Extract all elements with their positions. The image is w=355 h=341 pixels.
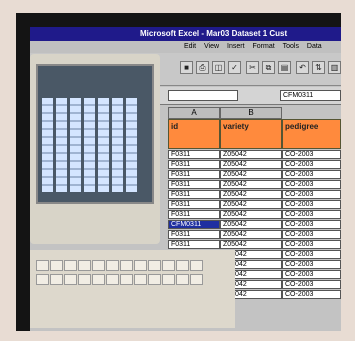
- mini-column: [84, 98, 95, 192]
- keyboard-key: [134, 274, 147, 285]
- menu-edit[interactable]: Edit: [184, 43, 196, 50]
- keyboard-key: [190, 274, 203, 285]
- crt-monitor: [30, 54, 160, 244]
- cell-variety[interactable]: Z05042: [220, 230, 282, 239]
- cell-id[interactable]: F0311: [168, 150, 220, 159]
- header-pedigree[interactable]: pedigree: [282, 119, 341, 149]
- cell-variety[interactable]: Z05042: [220, 240, 282, 249]
- mini-column: [112, 98, 123, 192]
- keyboard: [30, 250, 235, 328]
- spell-icon[interactable]: ✓: [228, 61, 241, 74]
- cell-pedigree[interactable]: CO-2003: [282, 150, 341, 159]
- keyboard-key: [148, 274, 161, 285]
- cell-variety[interactable]: Z05042: [220, 170, 282, 179]
- cell-pedigree[interactable]: CO-2003: [282, 230, 341, 239]
- cell-id[interactable]: F0311: [168, 210, 220, 219]
- keyboard-key: [190, 260, 203, 271]
- cell-pedigree[interactable]: CO-2003: [282, 280, 341, 289]
- mini-column: [42, 98, 53, 192]
- cell-pedigree[interactable]: CO-2003: [282, 200, 341, 209]
- cell-pedigree[interactable]: CO-2003: [282, 220, 341, 229]
- name-box[interactable]: [168, 90, 238, 101]
- keyboard-key: [64, 274, 77, 285]
- formula-input[interactable]: CFM0311: [280, 90, 341, 101]
- cell-id[interactable]: CFM0311: [168, 220, 220, 229]
- keyboard-key: [176, 260, 189, 271]
- cell-variety[interactable]: Z05042: [220, 180, 282, 189]
- cell-pedigree[interactable]: CO-2003: [282, 270, 341, 279]
- cell-pedigree[interactable]: CO-2003: [282, 170, 341, 179]
- keyboard-key: [134, 260, 147, 271]
- mini-column: [56, 98, 67, 192]
- column-header-b[interactable]: B: [220, 107, 282, 119]
- cell-pedigree[interactable]: CO-2003: [282, 190, 341, 199]
- cell-variety[interactable]: Z05042: [220, 150, 282, 159]
- paste-icon[interactable]: ▤: [278, 61, 291, 74]
- keyboard-key: [36, 260, 49, 271]
- cell-variety[interactable]: Z05042: [220, 220, 282, 229]
- cell-pedigree[interactable]: CO-2003: [282, 260, 341, 269]
- keyboard-key: [148, 260, 161, 271]
- cell-pedigree[interactable]: CO-2003: [282, 180, 341, 189]
- mini-column: [98, 98, 109, 192]
- undo-icon[interactable]: ↶: [296, 61, 309, 74]
- keyboard-key: [162, 260, 175, 271]
- keyboard-key: [106, 260, 119, 271]
- cell-id[interactable]: F0311: [168, 230, 220, 239]
- menu-tools[interactable]: Tools: [283, 43, 299, 50]
- menu-format[interactable]: Format: [252, 43, 274, 50]
- cell-id[interactable]: F0311: [168, 180, 220, 189]
- mini-column: [126, 98, 137, 192]
- menu-data[interactable]: Data: [307, 43, 322, 50]
- header-id[interactable]: id: [168, 119, 220, 149]
- window-title: Microsoft Excel - Mar03 Dataset 1 Cust: [30, 27, 341, 41]
- cell-variety[interactable]: Z05042: [220, 210, 282, 219]
- keyboard-key: [36, 274, 49, 285]
- keyboard-key: [176, 274, 189, 285]
- keyboard-key: [106, 274, 119, 285]
- mini-column: [70, 98, 81, 192]
- cell-id[interactable]: F0311: [168, 240, 220, 249]
- sort-icon[interactable]: ⇅: [312, 61, 325, 74]
- cell-id[interactable]: F0311: [168, 160, 220, 169]
- chart-icon[interactable]: ▥: [328, 61, 341, 74]
- cell-pedigree[interactable]: CO-2003: [282, 290, 341, 299]
- keyboard-key: [78, 274, 91, 285]
- header-variety[interactable]: variety: [220, 119, 282, 149]
- menu-insert[interactable]: Insert: [227, 43, 245, 50]
- menu-view[interactable]: View: [204, 43, 219, 50]
- column-header-a[interactable]: A: [168, 107, 220, 119]
- cell-variety[interactable]: Z05042: [220, 160, 282, 169]
- save-icon[interactable]: ■: [180, 61, 193, 74]
- keyboard-key: [162, 274, 175, 285]
- cell-pedigree[interactable]: CO-2003: [282, 240, 341, 249]
- cell-variety[interactable]: Z05042: [220, 190, 282, 199]
- copy-icon[interactable]: ⧉: [262, 61, 275, 74]
- cell-pedigree[interactable]: CO-2003: [282, 160, 341, 169]
- cell-variety[interactable]: Z05042: [220, 200, 282, 209]
- keyboard-key: [92, 260, 105, 271]
- cell-pedigree[interactable]: CO-2003: [282, 250, 341, 259]
- monitor-screen: [36, 64, 154, 204]
- keyboard-key: [50, 274, 63, 285]
- preview-icon[interactable]: ◫: [212, 61, 225, 74]
- cell-pedigree[interactable]: CO-2003: [282, 210, 341, 219]
- print-icon[interactable]: ⎙: [196, 61, 209, 74]
- keyboard-key: [120, 260, 133, 271]
- keyboard-key: [92, 274, 105, 285]
- keyboard-key: [50, 260, 63, 271]
- cut-icon[interactable]: ✂: [246, 61, 259, 74]
- keyboard-key: [64, 260, 77, 271]
- cell-id[interactable]: F0311: [168, 170, 220, 179]
- cell-id[interactable]: F0311: [168, 200, 220, 209]
- keyboard-key: [120, 274, 133, 285]
- keyboard-key: [78, 260, 91, 271]
- cell-id[interactable]: F0311: [168, 190, 220, 199]
- menu-bar: Edit View Insert Format Tools Data: [30, 41, 341, 53]
